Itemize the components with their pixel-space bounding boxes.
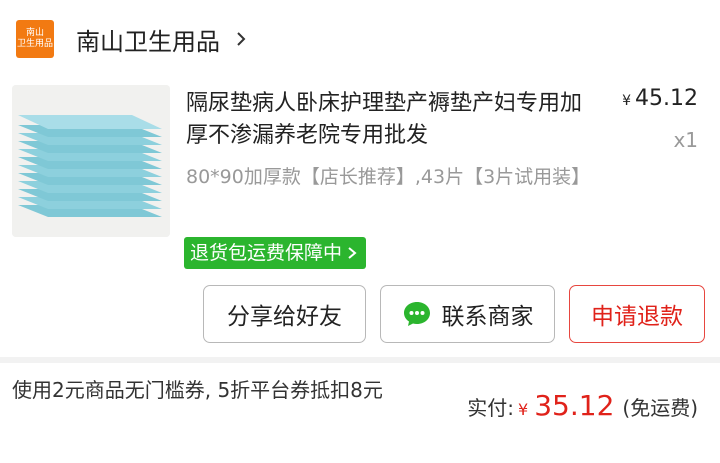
shop-logo[interactable]: 南山 卫生用品 [16,20,54,58]
product-image[interactable] [12,85,170,237]
price-currency: ¥ [622,93,632,109]
paid-label: 实付: [467,396,515,420]
product-price: ¥45.12 [622,86,698,111]
contact-seller-button[interactable]: 联系商家 [380,285,555,343]
share-button[interactable]: 分享给好友 [203,285,366,343]
return-shipping-label: 退货包运费保障中 [190,242,343,264]
paid-summary: 实付: ¥ 35.12 (免运费) [467,389,698,422]
price-value: 45.12 [635,86,698,111]
coupon-info: 使用2元商品无门槛券, 5折平台券抵扣8元 [12,378,383,402]
refund-button-label: 申请退款 [591,304,683,330]
product-sku: 80*90加厚款【店长推荐】,43片【3片试用装】 [186,166,591,188]
refund-button[interactable]: 申请退款 [569,285,705,343]
payment-footer: 使用2元商品无门槛券, 5折平台券抵扣8元 实付: ¥ 35.12 (免运费) [0,363,720,463]
chat-icon [403,302,430,326]
shop-name[interactable]: 南山卫生用品 [76,22,220,57]
product-title[interactable]: 隔尿垫病人卧床护理垫产褥垫产妇专用加厚不渗漏养老院专用批发 [186,88,586,152]
shop-header[interactable]: 南山 卫生用品 南山卫生用品 [16,20,250,58]
chevron-right-icon [348,247,357,259]
order-card: 南山 卫生用品 南山卫生用品 隔尿垫病人卧床护理垫产褥垫产妇专用加厚不渗漏养老院… [0,0,720,357]
paid-currency: ¥ [518,400,529,419]
product-quantity: x1 [673,128,698,152]
shop-logo-line2: 卫生用品 [16,39,53,49]
share-button-label: 分享给好友 [227,304,342,330]
chevron-right-icon[interactable] [232,30,250,48]
shipping-note: (免运费) [622,396,698,420]
paid-amount: 35.12 [534,389,615,422]
contact-seller-label: 联系商家 [441,304,534,330]
shop-logo-line1: 南山 [25,28,44,38]
return-shipping-badge[interactable]: 退货包运费保障中 [184,237,367,269]
